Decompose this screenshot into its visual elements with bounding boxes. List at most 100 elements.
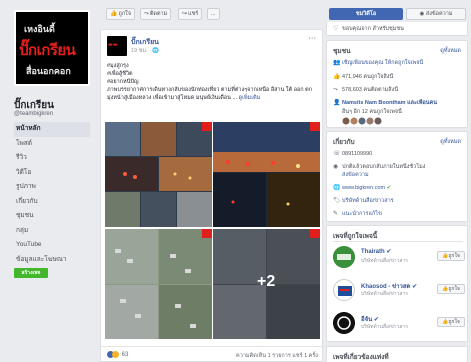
nav-item-reviews[interactable]: รีวิว <box>14 151 90 166</box>
facebook-page: เหงอินดี้ ปั๊กเกรียน สื่อนอกคอก ปั๊กเกรี… <box>0 0 471 362</box>
community-title: ชุมชน <box>333 48 351 55</box>
photo-collage-3[interactable] <box>105 229 212 339</box>
logo-bottom-text: สื่อนอกคอก <box>26 67 71 77</box>
thumbs-up-icon: 👍 <box>333 74 341 80</box>
tag-icon: 🏷 <box>333 198 341 204</box>
invite-friends-text: เชิญเพื่อนของคุณ ให้กดถูกใจเพจนี้ <box>342 60 424 66</box>
liked-page-name[interactable]: Thairath ✔ <box>361 248 391 255</box>
page-profile-picture[interactable]: เหงอินดี้ ปั๊กเกรียน สื่อนอกคอก <box>14 10 90 86</box>
page-nav: หน้าหลัก โพสต์ รีวิว วิดีโอ รูปภาพ เกี่ย… <box>14 122 90 267</box>
related-pages-title: เพจที่เกี่ยวข้องแท่งที่ <box>333 354 389 361</box>
post-author-avatar[interactable]: ▬▬ <box>107 36 127 56</box>
follow-button[interactable]: ⤳ติดตาม <box>140 8 172 20</box>
share-button[interactable]: ↪แชร์ <box>178 8 203 20</box>
nav-item-posts[interactable]: โพสต์ <box>14 137 90 152</box>
nav-item-photos[interactable]: รูปภาพ <box>14 180 90 195</box>
likes-count-text: 471,946 คนถูกใจสิ่งนี้ <box>342 74 394 80</box>
category-text: บริษัทด้านสื่อ/ข่าวสาร <box>342 198 394 204</box>
watch-video-button[interactable]: ชมวิดีโอ <box>329 8 403 20</box>
pencil-icon: ✎ <box>333 211 339 217</box>
nav-item-info-ads[interactable]: ข้อมูลและโฆษณา <box>14 253 90 268</box>
photo-collage-4-more[interactable]: +2 <box>213 229 320 339</box>
create-page-button[interactable]: สร้างเพจ <box>14 268 48 278</box>
phone-icon: ☏ <box>333 151 341 157</box>
khaosod-avatar[interactable] <box>333 279 355 301</box>
related-pages-card: เพจที่เกี่ยวข้องแท่งที่ <box>326 346 468 362</box>
send-message-link[interactable]: ส่งข้อความ <box>333 171 465 179</box>
friends-like-row[interactable]: 👤 Namsits Nam Boontham และเพื่อนคน <box>333 99 465 107</box>
nav-item-community[interactable]: ชุมชน <box>14 209 90 224</box>
nav-item-youtube[interactable]: YouTube <box>14 238 90 253</box>
verified-badge-icon: ✔ <box>384 249 392 255</box>
phone-text: 0891109990 <box>342 151 373 157</box>
logo-main-text: ปั๊กเกรียน <box>19 41 76 59</box>
website-row[interactable]: 🌐 www.bigkren.com ✔ <box>333 184 465 191</box>
post-hashtag[interactable]: #อยากหนีปัญ <box>107 78 317 86</box>
follow-icon: ⤳ <box>333 87 338 93</box>
brand-watermark <box>310 122 320 131</box>
community-see-all-link[interactable]: ดูทั้งหมด <box>440 47 461 55</box>
friends-like-text: Namsits Nam Boontham และเพื่อนคน <box>342 100 437 106</box>
logo-top-text: เหงอินดี้ <box>24 25 55 35</box>
liked-page-item: อีจัน ✔ บริษัทด้านสื่อ/ข่าวสาร 👍ถูกใจ <box>333 312 465 338</box>
about-see-all-link[interactable]: ดูทั้งหมด <box>440 138 461 146</box>
like-label: ถูกใจ <box>118 11 132 17</box>
about-title: เกี่ยวกับ <box>333 139 355 146</box>
page-handle[interactable]: @teambigkren <box>14 111 53 117</box>
reactions-summary[interactable]: 63 <box>107 351 128 358</box>
photo-grid: +2 <box>101 122 322 342</box>
thairath-avatar[interactable] <box>333 246 355 268</box>
nav-item-groups[interactable]: กลุ่ม <box>14 224 90 239</box>
suggest-edit-text: แนะนำการแก้ไข <box>342 211 382 217</box>
likes-count-row: 👍 471,946 คนถูกใจสิ่งนี้ <box>333 73 465 81</box>
brand-watermark <box>310 229 320 238</box>
comments-shares-count[interactable]: ความคิดเห็น 1 รายการ แชร์ 1 ครั้ง <box>236 352 318 360</box>
like-page-button[interactable]: 👍ถูกใจ <box>437 284 465 294</box>
khaosod-logo <box>338 286 352 296</box>
liked-pages-card: เพจที่ถูกใจเพจนี้ Thairath ✔ บริษัทด้านส… <box>326 225 468 342</box>
messenger-icon: ◉ <box>333 164 339 170</box>
friend-avatars[interactable] <box>342 117 382 125</box>
liked-pages-title: เพจที่ถูกใจเพจนี้ <box>333 233 378 240</box>
suggest-edit-row[interactable]: ✎ แนะนำการแก้ไข <box>333 210 465 218</box>
friends-icon: 👤 <box>333 100 341 106</box>
photo-collage-2-image <box>213 122 320 227</box>
post-hashtag[interactable]: #เพื่อสู้ชีวิต <box>107 70 317 78</box>
thumbs-up-icon: 👍 <box>110 11 118 17</box>
invite-friends-row[interactable]: 👥 เชิญเพื่อนของคุณ ให้กดถูกใจเพจนี้ <box>333 59 465 67</box>
post-menu-icon[interactable]: ··· <box>308 34 316 43</box>
community-thanks-row: ♡ ขอบคุณจาก สำหรับชุมชน <box>333 25 465 33</box>
globe-icon: 🌐 <box>333 185 341 191</box>
liked-page-category: บริษัทด้านสื่อ/ข่าวสาร <box>361 258 408 264</box>
see-more-link[interactable]: ดูเพิ่มเติม <box>239 95 261 101</box>
response-time-row: ◉ ปกติแล้วตอบกลับภายในหนึ่งชั่วโมง <box>333 163 465 171</box>
photo-collage-1-image <box>105 122 212 227</box>
photo-collage-2[interactable] <box>213 122 320 227</box>
nav-item-home[interactable]: หน้าหลัก <box>14 122 90 137</box>
divider <box>333 241 463 242</box>
photo-collage-1[interactable] <box>105 122 212 227</box>
post-body: ภาพบรรยากาศการเดินทางกลับของนักท่องเที่ย… <box>107 87 313 101</box>
nav-item-videos[interactable]: วิดีโอ <box>14 166 90 181</box>
reaction-count: 63 <box>121 352 129 359</box>
like-page-button[interactable]: 👍ถูกใจ <box>437 251 465 261</box>
invite-icon: 👥 <box>333 60 341 66</box>
post-hashtag[interactable]: #มุงสู่กรุง <box>107 62 317 70</box>
verified-badge-icon: ✔ <box>410 284 418 290</box>
friends-like-more: อื่นๆ อีก 12 คนถูกใจเพจนี้ <box>342 109 402 115</box>
ejan-avatar[interactable] <box>333 312 355 334</box>
phone-row[interactable]: ☏0891109990 <box>333 150 465 157</box>
like-page-button[interactable]: 👍ถูกใจ <box>437 317 465 327</box>
post-timestamp[interactable]: 19 ชม. · 🌐 <box>131 47 159 55</box>
like-page-button[interactable]: 👍ถูกใจ <box>106 8 136 20</box>
more-options-button[interactable]: ... <box>207 8 220 20</box>
send-message-button[interactable]: ◉ ส่งข้อความ <box>406 8 466 20</box>
post-footer: 63 ความคิดเห็น 1 รายการ แชร์ 1 ครั้ง <box>101 346 322 361</box>
post-text: #มุงสู่กรุง #เพื่อสู้ชีวิต #อยากหนีปัญ ภ… <box>107 62 317 102</box>
nav-item-about[interactable]: เกี่ยวกับ <box>14 195 90 210</box>
brand-watermark <box>202 229 212 238</box>
category-row[interactable]: 🏷บริษัทด้านสื่อ/ข่าวสาร <box>333 197 465 205</box>
send-message-label: ส่งข้อความ <box>425 11 453 17</box>
left-sidebar: เหงอินดี้ ปั๊กเกรียน สื่อนอกคอก ปั๊กเกรี… <box>0 0 98 362</box>
rss-icon: ⤳ <box>144 11 149 17</box>
